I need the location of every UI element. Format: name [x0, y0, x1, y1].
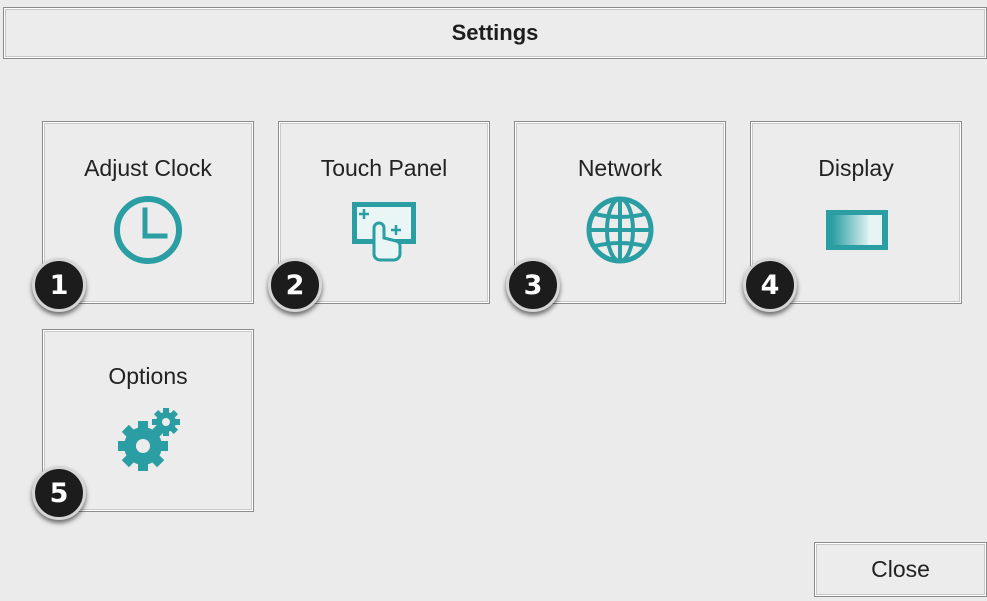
tile-label: Options — [108, 363, 188, 389]
tile-label: Adjust Clock — [84, 155, 212, 181]
badge-5: 5 — [32, 466, 86, 520]
title-bar: Settings — [3, 7, 987, 59]
globe-icon — [580, 192, 660, 272]
clock-icon — [108, 192, 188, 272]
badge-2: 2 — [268, 258, 322, 312]
close-button-label: Close — [871, 556, 930, 582]
touch-panel-icon — [344, 192, 424, 272]
gears-icon — [108, 400, 188, 480]
display-icon — [816, 192, 896, 272]
badge-4: 4 — [743, 258, 797, 312]
badge-1: 1 — [32, 258, 86, 312]
window-title: Settings — [451, 20, 539, 45]
tile-label: Display — [818, 155, 894, 181]
close-button[interactable]: Close — [814, 542, 987, 597]
tile-label: Network — [577, 155, 663, 181]
tile-label: Touch Panel — [320, 155, 448, 181]
settings-screen: Settings Adjust Clock Touch Panel Networ… — [0, 0, 987, 601]
badge-3: 3 — [506, 258, 560, 312]
